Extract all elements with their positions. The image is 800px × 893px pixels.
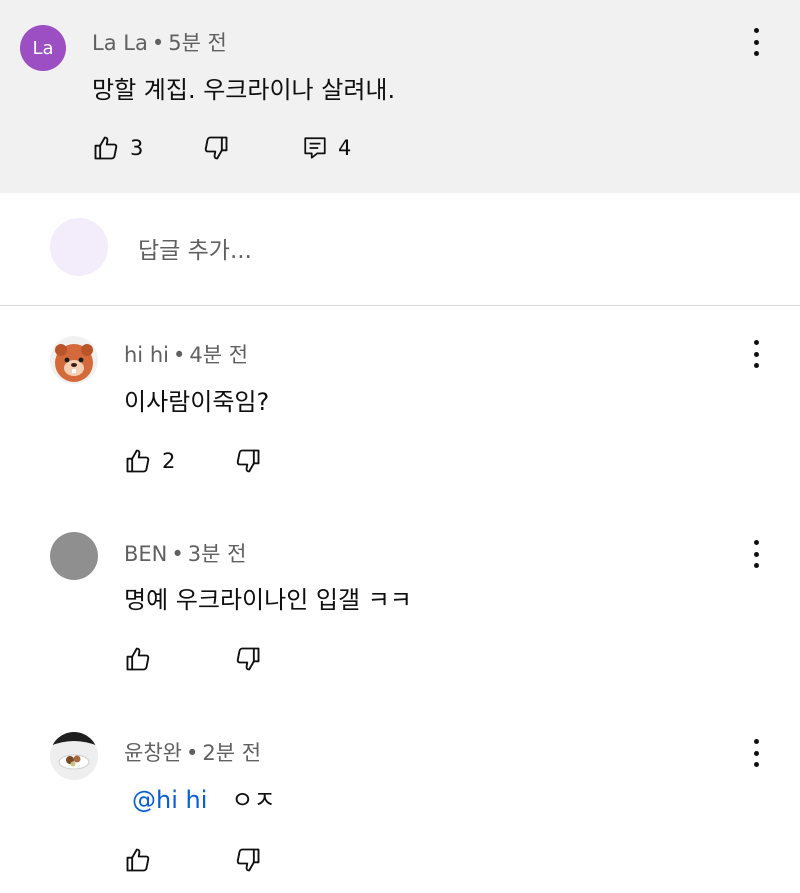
meta-separator: • (185, 741, 199, 765)
avatar-la-la[interactable]: La (20, 25, 66, 71)
like-icon (126, 647, 150, 671)
reply-meta: hi hi • 4분 전 (124, 339, 248, 369)
reply-count-icon (304, 137, 326, 159)
comment-text: 망할 계집. 우크라이나 살려내. (92, 76, 396, 104)
meta-separator: • (172, 343, 186, 367)
avatar-letter: La (32, 37, 54, 59)
reply-time[interactable]: 4분 전 (189, 343, 248, 367)
reply-count: 4 (338, 136, 352, 160)
avatar-yun-chang-wan[interactable] (50, 732, 98, 780)
avatar-hi-hi[interactable] (50, 336, 98, 384)
highlighted-comment: La La La • 5분 전 망할 계집. 우크라이나 살려내. 3 4 (0, 0, 800, 193)
dislike-button[interactable] (234, 845, 262, 875)
meta-separator: • (171, 542, 184, 566)
reply-text: 명예 우크라이나인 입갤 ㅋㅋ (124, 586, 412, 614)
dislike-icon (204, 136, 228, 160)
dislike-button[interactable] (202, 133, 230, 163)
like-count: 2 (162, 449, 176, 473)
more-options-icon[interactable] (751, 739, 761, 767)
comment-time[interactable]: 5분 전 (168, 31, 227, 55)
reply-author[interactable]: BEN (124, 542, 167, 566)
add-reply-row: 답글 추가... (0, 193, 800, 306)
like-button[interactable]: 2 (124, 446, 175, 476)
reply-author[interactable]: hi hi (124, 343, 169, 367)
reply-time[interactable]: 2분 전 (202, 741, 261, 765)
current-user-avatar (50, 218, 108, 276)
like-icon (94, 136, 118, 160)
comment-meta: La La • 5분 전 (92, 27, 227, 57)
like-button[interactable]: 3 (92, 133, 143, 163)
dislike-icon (236, 449, 260, 473)
more-options-icon[interactable] (751, 540, 761, 568)
dislike-button[interactable] (234, 644, 262, 674)
reply-time[interactable]: 3분 전 (188, 542, 247, 566)
replies-button[interactable]: 4 (302, 133, 351, 163)
reply-meta: 윤창완 • 2분 전 (124, 737, 261, 767)
add-reply-input[interactable]: 답글 추가... (138, 231, 252, 265)
reply-body: ㅇㅈ (231, 786, 276, 814)
like-button[interactable] (124, 845, 152, 875)
like-count: 3 (130, 136, 144, 160)
like-icon (126, 848, 150, 872)
reply-author[interactable]: 윤창완 (124, 741, 182, 765)
dislike-button[interactable] (234, 446, 262, 476)
like-icon (126, 449, 150, 473)
like-button[interactable] (124, 644, 152, 674)
reply-meta: BEN • 3분 전 (124, 538, 246, 568)
dislike-icon (236, 647, 260, 671)
meta-separator: • (151, 31, 165, 55)
avatar-ben[interactable] (50, 532, 98, 580)
comment-author[interactable]: La La (92, 31, 148, 55)
more-options-icon[interactable] (751, 28, 761, 56)
reply-text: @hi hi ㅇㅈ (132, 780, 276, 815)
dislike-icon (236, 848, 260, 872)
reply-text: 이사람이죽임? (124, 388, 270, 416)
more-options-icon[interactable] (751, 340, 761, 368)
mention-link[interactable]: @hi hi (132, 786, 207, 814)
